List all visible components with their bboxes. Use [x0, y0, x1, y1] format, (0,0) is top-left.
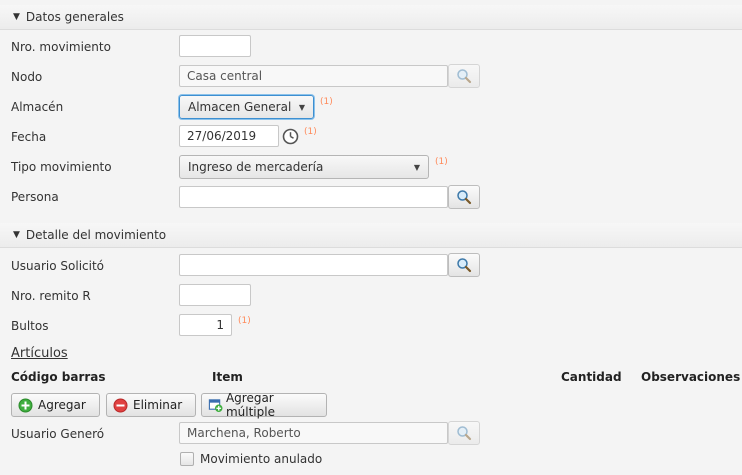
usuario-solicito-input[interactable] — [179, 254, 448, 276]
usuario-genero-search-button[interactable] — [448, 421, 480, 445]
search-icon — [457, 190, 472, 205]
nodo-label: Nodo — [11, 70, 43, 84]
usuario-solicito-search-button[interactable] — [448, 253, 480, 277]
column-header-item[interactable]: Item — [212, 370, 243, 384]
chevron-down-icon: ▼ — [298, 103, 305, 112]
column-header-observaciones[interactable]: Observaciones — [641, 370, 740, 384]
add-multiple-button-label: Agregar múltiple — [225, 391, 275, 419]
persona-label: Persona — [11, 190, 59, 204]
nro-remito-label: Nro. remito R — [11, 289, 91, 303]
search-icon — [457, 426, 472, 441]
remove-button-label: Eliminar — [133, 398, 183, 412]
almacen-required-marker: (1) — [320, 97, 333, 107]
add-button[interactable]: Agregar — [11, 393, 100, 417]
bultos-required-marker: (1) — [238, 316, 251, 326]
bultos-input[interactable]: 1 — [179, 314, 232, 336]
tipo-movimiento-required-marker: (1) — [435, 157, 448, 167]
remove-button[interactable]: Eliminar — [106, 393, 196, 417]
clock-icon[interactable] — [282, 128, 299, 145]
nodo-input[interactable]: Casa central — [179, 65, 448, 87]
bultos-label: Bultos — [11, 319, 49, 333]
collapse-arrow-icon[interactable]: ▼ — [13, 12, 20, 22]
nodo-search-button[interactable] — [448, 64, 480, 88]
remove-icon — [113, 398, 128, 412]
persona-input[interactable] — [179, 186, 448, 208]
add-multiple-icon — [208, 399, 223, 413]
fecha-label: Fecha — [11, 130, 47, 144]
tipo-movimiento-select[interactable]: Ingreso de mercadería ▼ — [179, 155, 429, 179]
nro-movimiento-input[interactable] — [179, 35, 251, 57]
fecha-required-marker: (1) — [304, 127, 317, 137]
movimiento-anulado-label[interactable]: Movimiento anulado — [200, 452, 322, 466]
movimiento-anulado-checkbox[interactable] — [180, 452, 194, 466]
nro-remito-input[interactable] — [179, 284, 251, 306]
section-header-detail[interactable]: ▼ Detalle del movimiento — [0, 223, 742, 248]
chevron-down-icon: ▼ — [413, 163, 420, 172]
tipo-movimiento-label: Tipo movimiento — [11, 160, 112, 174]
search-icon — [457, 258, 472, 273]
section-header-general[interactable]: ▼ Datos generales — [0, 5, 742, 30]
usuario-solicito-label: Usuario Solicitó — [11, 259, 105, 273]
collapse-arrow-icon[interactable]: ▼ — [13, 230, 20, 240]
column-header-codigo-barras[interactable]: Código barras — [11, 370, 106, 384]
usuario-genero-input[interactable]: Marchena, Roberto — [179, 422, 448, 444]
nro-movimiento-label: Nro. movimiento — [11, 40, 111, 54]
fecha-input[interactable]: 27/06/2019 — [179, 125, 279, 147]
section-title-general: Datos generales — [25, 10, 124, 24]
add-button-label: Agregar — [38, 398, 86, 412]
add-multiple-button[interactable]: Agregar múltiple — [201, 391, 327, 419]
search-icon — [457, 69, 472, 84]
add-icon — [18, 398, 33, 412]
persona-search-button[interactable] — [448, 185, 480, 209]
section-title-detail: Detalle del movimiento — [25, 228, 167, 242]
column-header-cantidad[interactable]: Cantidad — [561, 370, 622, 384]
tipo-movimiento-select-value: Ingreso de mercadería — [188, 160, 324, 174]
almacen-label: Almacén — [11, 100, 64, 114]
almacen-select-value: Almacen General — [188, 100, 292, 114]
almacen-select[interactable]: Almacen General ▼ — [179, 95, 314, 119]
usuario-genero-label: Usuario Generó — [11, 427, 105, 441]
articulos-title: Artículos — [11, 346, 68, 361]
